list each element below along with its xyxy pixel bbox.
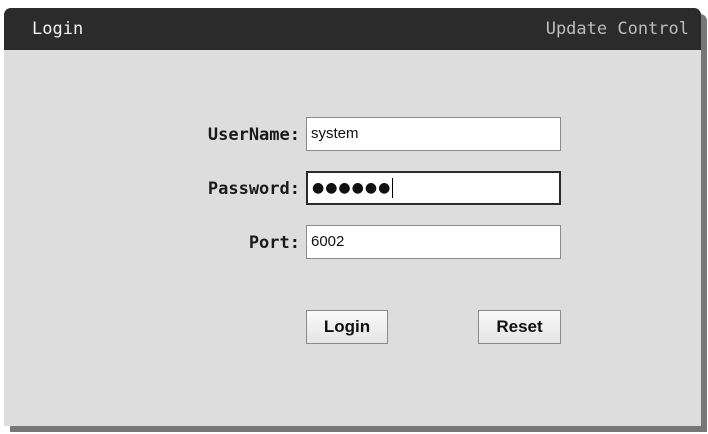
login-button[interactable]: Login: [306, 310, 388, 344]
username-value: system: [311, 125, 359, 142]
port-value: 6002: [311, 233, 345, 250]
password-label: Password:: [207, 179, 300, 199]
reset-button[interactable]: Reset: [478, 310, 561, 344]
login-window: Login Update Control UserName: system Pa…: [4, 8, 701, 426]
username-field[interactable]: system: [306, 117, 561, 151]
title-bar: Login Update Control: [4, 8, 701, 50]
text-caret: [392, 178, 394, 199]
window-title: Login: [32, 19, 84, 39]
password-value: ●●●●●●: [312, 180, 392, 196]
port-field[interactable]: 6002: [306, 225, 561, 259]
window-subtitle: Update Control: [545, 19, 689, 39]
port-label: Port:: [248, 233, 300, 253]
username-label: UserName:: [207, 125, 300, 145]
password-field[interactable]: ●●●●●●: [306, 171, 561, 205]
